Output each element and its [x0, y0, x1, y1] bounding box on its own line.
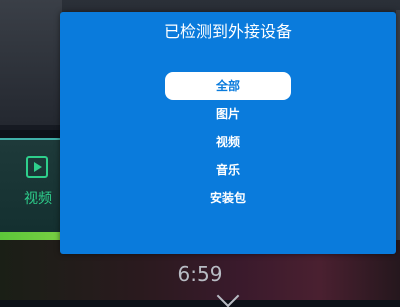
clock: 6:59	[177, 262, 223, 286]
video-tile-label: 视频	[24, 191, 52, 207]
menu-item-all[interactable]: 全部	[165, 72, 291, 100]
menu-item-pictures[interactable]: 图片	[165, 100, 291, 128]
background-left-panel	[0, 0, 62, 125]
dialog-title: 已检测到外接设备	[163, 22, 292, 41]
menu-item-music[interactable]: 音乐	[165, 156, 291, 184]
video-tile[interactable]	[0, 138, 62, 232]
external-device-dialog: 已检测到外接设备 全部 图片 视频 音乐 安装包	[60, 12, 396, 254]
menu-item-videos[interactable]: 视频	[165, 128, 291, 156]
video-icon	[26, 156, 48, 178]
menu-item-packages[interactable]: 安装包	[165, 184, 291, 212]
